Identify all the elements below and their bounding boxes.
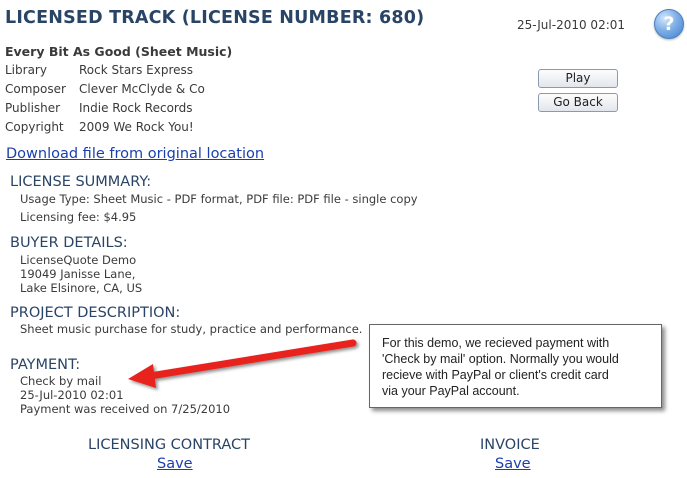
meta-row-composer: Composer Clever McClyde & Co (5, 82, 205, 96)
buyer-street: 19049 Janisse Lane, (20, 267, 136, 281)
go-back-button[interactable]: Go Back (538, 93, 618, 112)
invoice-heading: INVOICE (480, 437, 540, 453)
payment-received: Payment was received on 7/25/2010 (20, 402, 231, 416)
contract-save-link[interactable]: Save (157, 456, 193, 472)
buyer-name: LicenseQuote Demo (20, 253, 137, 267)
payment-heading: PAYMENT: (10, 357, 81, 373)
meta-value: Indie Rock Records (79, 101, 193, 115)
play-button[interactable]: Play (538, 69, 618, 88)
meta-label: Copyright (5, 120, 64, 134)
track-title: Every Bit As Good (Sheet Music) (5, 44, 233, 59)
callout-line: via your PayPal account. (382, 384, 520, 398)
payment-method: Check by mail (20, 374, 102, 388)
meta-label: Publisher (5, 101, 61, 115)
meta-label: Library (5, 63, 47, 77)
meta-row-library: Library Rock Stars Express (5, 63, 193, 77)
licensing-contract-heading: LICENSING CONTRACT (88, 437, 251, 453)
license-summary-heading: LICENSE SUMMARY: (10, 174, 152, 190)
timestamp: 25-Jul-2010 02:01 (517, 18, 626, 32)
license-fee: Licensing fee: $4.95 (20, 210, 137, 224)
meta-value: Rock Stars Express (79, 63, 194, 77)
help-icon[interactable]: ? (654, 9, 684, 39)
demo-callout: For this demo, we recieved payment with … (369, 324, 662, 408)
meta-value: Clever McClyde & Co (79, 82, 205, 96)
meta-value: 2009 We Rock You! (79, 120, 194, 134)
callout-line: 'Check by mail' option. Normally you wou… (382, 352, 619, 366)
project-heading: PROJECT DESCRIPTION: (10, 305, 181, 321)
meta-row-copyright: Copyright 2009 We Rock You! (5, 120, 194, 134)
buyer-heading: BUYER DETAILS: (10, 235, 128, 251)
payment-date: 25-Jul-2010 02:01 (20, 388, 124, 402)
callout-line: For this demo, we recieved payment with (382, 336, 610, 350)
download-link[interactable]: Download file from original location (6, 146, 264, 162)
buyer-city: Lake Elsinore, CA, US (20, 281, 143, 295)
page-title: LICENSED TRACK (LICENSE NUMBER: 680) (5, 8, 425, 28)
license-usage: Usage Type: Sheet Music - PDF format, PD… (20, 192, 418, 206)
invoice-save-link[interactable]: Save (495, 456, 531, 472)
meta-row-publisher: Publisher Indie Rock Records (5, 101, 193, 115)
project-description: Sheet music purchase for study, practice… (20, 322, 363, 336)
callout-line: recieve with PayPal or client's credit c… (382, 368, 609, 382)
meta-label: Composer (5, 82, 66, 96)
